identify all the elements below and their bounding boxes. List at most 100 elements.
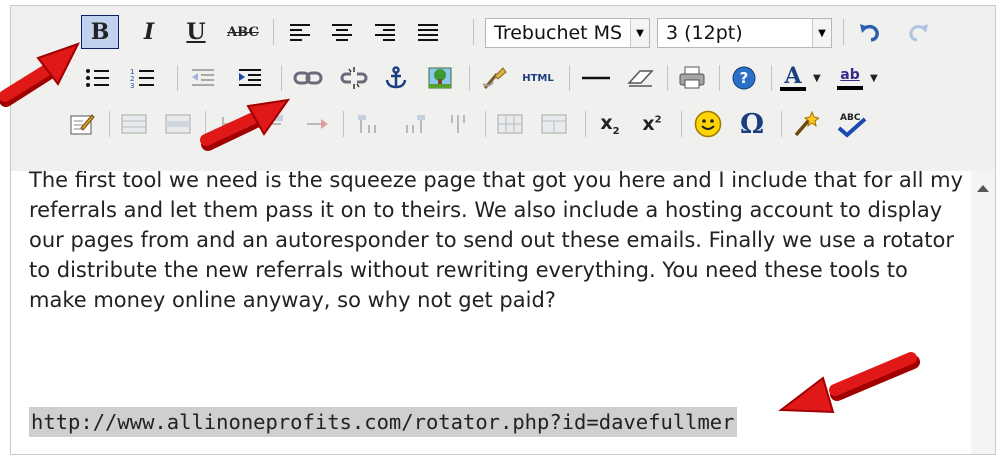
table-icon [121, 114, 147, 134]
emoticon-button[interactable] [691, 107, 725, 141]
align-right-icon [375, 24, 395, 41]
html-label: HTML [522, 72, 554, 84]
insert-table-button[interactable] [117, 107, 151, 141]
toolbar-row-1: B I U ABC Trebuchet MS ▼ 3 (12pt) ▼ [11, 11, 995, 53]
spell-check-icon: ABC [837, 113, 867, 138]
chevron-down-icon[interactable]: ▼ [813, 73, 821, 84]
spell-check-button[interactable]: ABC [833, 107, 871, 141]
split-cells-button[interactable] [493, 107, 527, 141]
chevron-down-icon[interactable]: ▼ [630, 19, 649, 47]
split-cells-icon [497, 114, 523, 134]
redo-button[interactable] [901, 15, 935, 49]
strikethrough-label: ABC [227, 24, 259, 40]
html-source-button[interactable]: HTML [516, 61, 560, 95]
help-icon: ? [732, 66, 756, 90]
rotator-link-text[interactable]: http://www.allinoneprofits.com/rotator.p… [29, 407, 737, 437]
subscript-digit: 2 [612, 125, 620, 137]
align-justify-icon [418, 24, 438, 41]
anchor-button[interactable] [379, 61, 413, 95]
separator [177, 65, 178, 91]
insert-col-after-icon [406, 115, 425, 133]
separator [667, 65, 668, 91]
font-family-value: Trebuchet MS [494, 22, 623, 44]
red-arrow-annotation [200, 98, 291, 151]
font-size-value: 3 (12pt) [666, 22, 743, 44]
separator [273, 19, 274, 45]
toolbar-row-3: x2 x2 Ω ABC [11, 103, 995, 145]
separator [843, 19, 844, 45]
editor-toolbar: B I U ABC Trebuchet MS ▼ 3 (12pt) ▼ 1 2 … [11, 6, 995, 171]
separator [585, 111, 586, 137]
cleanup-button[interactable] [477, 61, 511, 95]
align-right-button[interactable] [368, 15, 402, 49]
scroll-up-icon[interactable] [977, 185, 989, 192]
smiley-icon [694, 110, 722, 138]
highlight-color-icon: ab [836, 66, 864, 90]
insert-image-button[interactable] [423, 61, 457, 95]
font-family-select[interactable]: Trebuchet MS ▼ [485, 18, 650, 48]
text-color-letter: A [784, 63, 802, 89]
insert-col-before-icon [358, 115, 376, 133]
numbered-list-icon: 123 [130, 68, 154, 89]
numbered-list-button[interactable]: 123 [126, 61, 160, 95]
separator [781, 111, 782, 137]
merge-cells-button[interactable] [537, 107, 571, 141]
superscript-icon: x2 [642, 113, 661, 135]
align-center-button[interactable] [325, 15, 359, 49]
unlink-icon [340, 67, 368, 89]
separator [343, 111, 344, 137]
subscript-button[interactable]: x2 [593, 107, 627, 141]
edit-style-icon [70, 114, 95, 135]
chevron-down-icon[interactable]: ▼ [812, 19, 831, 47]
highlight-color-button[interactable]: ab ▼ [836, 61, 886, 95]
subscript-icon: x2 [600, 112, 619, 137]
delete-col-icon [451, 115, 465, 133]
special-char-button[interactable]: Ω [733, 107, 771, 141]
printer-icon [679, 66, 705, 89]
redo-icon [909, 24, 928, 42]
magic-wand-button[interactable] [789, 107, 823, 141]
align-left-button[interactable] [283, 15, 317, 49]
strikethrough-button[interactable]: ABC [223, 15, 263, 49]
vertical-scrollbar[interactable] [971, 171, 995, 454]
italic-label: I [143, 19, 155, 45]
red-arrow-annotation [778, 352, 920, 414]
table-row-props-button[interactable] [161, 107, 195, 141]
superscript-digit: 2 [654, 114, 662, 126]
align-justify-button[interactable] [411, 15, 445, 49]
insert-col-after-button[interactable] [397, 107, 431, 141]
unlink-button[interactable] [337, 61, 371, 95]
separator [485, 111, 486, 137]
horizontal-rule-icon [582, 76, 610, 80]
delete-col-button[interactable] [441, 107, 475, 141]
separator [109, 111, 110, 137]
insert-col-before-button[interactable] [351, 107, 385, 141]
print-button[interactable] [675, 61, 709, 95]
font-size-select[interactable]: 3 (12pt) ▼ [657, 18, 832, 48]
omega-icon: Ω [739, 108, 765, 140]
separator [771, 65, 772, 91]
table-row-icon [165, 114, 191, 134]
align-left-icon [290, 24, 310, 41]
separator [473, 19, 474, 45]
highlight-color-letters: ab [840, 67, 860, 83]
underline-button[interactable]: U [179, 15, 213, 49]
separator [569, 65, 570, 91]
text-color-button[interactable]: A ▼ [779, 61, 829, 95]
remove-format-button[interactable] [623, 61, 657, 95]
svg-text:3: 3 [130, 82, 134, 89]
content-paragraph: The first tool we need is the squeeze pa… [29, 171, 964, 312]
superscript-button[interactable]: x2 [635, 107, 669, 141]
subscript-letter: x [600, 111, 613, 134]
chevron-down-icon[interactable]: ▼ [870, 73, 878, 84]
anchor-icon [385, 66, 407, 89]
broom-icon [482, 67, 507, 89]
help-button[interactable]: ? [727, 61, 761, 95]
horizontal-rule-button[interactable] [577, 61, 615, 95]
separator [719, 65, 720, 91]
undo-button[interactable] [853, 15, 887, 49]
edit-style-button[interactable] [65, 107, 99, 141]
svg-text:?: ? [740, 69, 749, 87]
underline-label: U [186, 19, 206, 45]
italic-button[interactable]: I [132, 15, 166, 49]
